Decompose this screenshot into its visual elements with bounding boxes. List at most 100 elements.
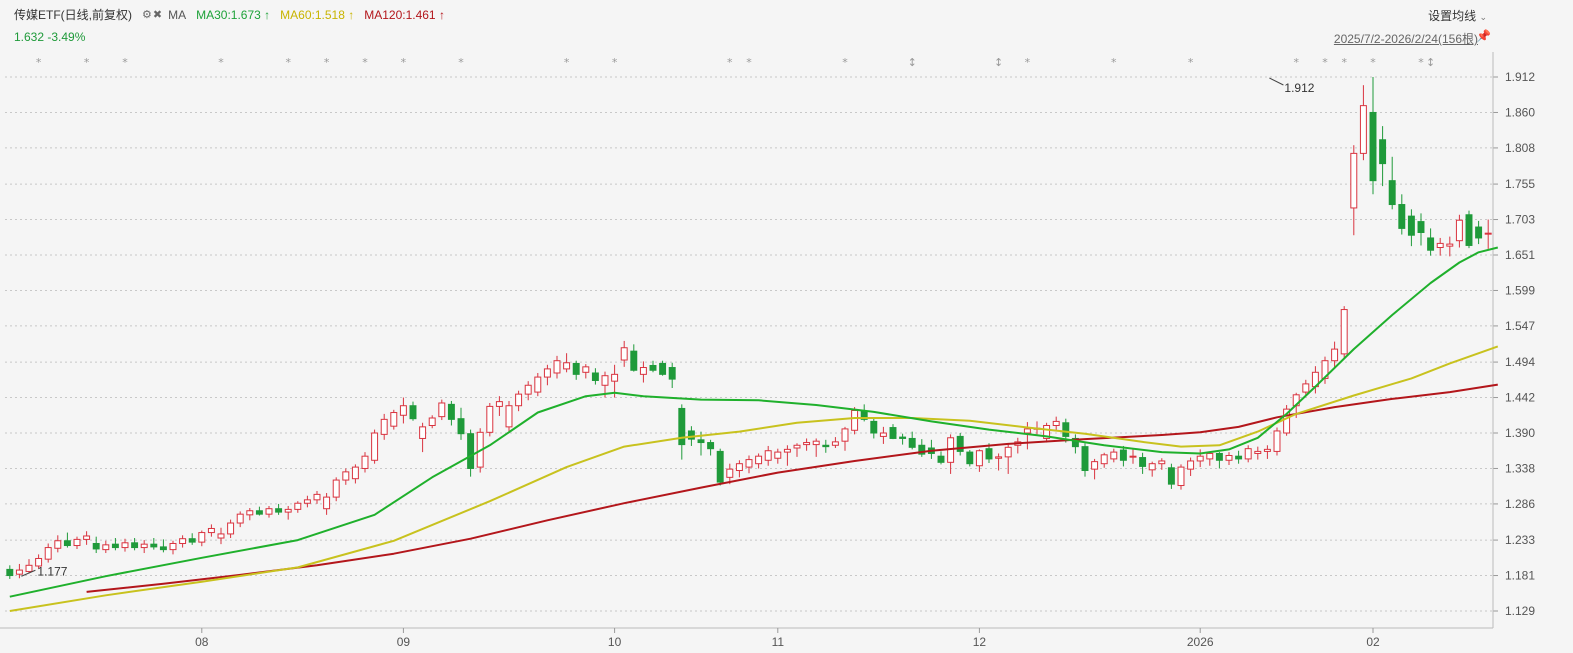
candle-body	[428, 417, 436, 426]
y-tick-label: 1.599	[1505, 283, 1535, 297]
candle-body	[1359, 105, 1367, 154]
candle-body	[15, 569, 23, 575]
candle-body	[1148, 463, 1156, 471]
star-icon: *	[612, 56, 618, 69]
candle-body	[870, 420, 878, 434]
y-tick-label: 1.547	[1505, 319, 1535, 333]
candle-body	[515, 393, 523, 407]
candle-body	[764, 450, 772, 461]
candle-body	[1369, 111, 1377, 182]
star-icon: *	[1025, 56, 1031, 69]
candle-body	[159, 546, 167, 551]
star-icon: *	[746, 56, 752, 69]
y-tick-label: 1.233	[1505, 533, 1535, 547]
candle-body	[793, 444, 801, 449]
candle-body	[265, 508, 273, 515]
star-icon: *	[1370, 56, 1376, 69]
candle-body	[169, 542, 177, 551]
candle-body	[342, 471, 350, 481]
y-tick-label: 1.651	[1505, 248, 1535, 262]
candle-body	[1187, 460, 1195, 470]
candle-body	[735, 463, 743, 472]
star-icon: *	[401, 56, 407, 69]
candlestick-chart[interactable]: 1.912 1.860 1.808 1.755 1.703 1.651 1.599 1.547…	[0, 0, 1573, 653]
candle-body	[1062, 422, 1070, 437]
candle-body	[1119, 449, 1127, 461]
candle-body	[188, 538, 196, 543]
y-tick-label: 1.390	[1505, 426, 1535, 440]
candle-body	[179, 538, 187, 544]
candle-body	[1302, 383, 1310, 393]
candle-body	[303, 499, 311, 504]
candle-body	[1004, 446, 1012, 458]
x-tick-label: 2026	[1187, 635, 1214, 649]
candle-body	[1206, 452, 1214, 460]
candle-body	[601, 375, 609, 386]
candle-body	[63, 540, 71, 547]
candle-body	[563, 362, 571, 370]
candle-body	[1129, 455, 1137, 458]
candle-body	[390, 412, 398, 427]
candle-body	[140, 543, 148, 549]
y-tick-label: 1.442	[1505, 391, 1535, 405]
candle-body	[25, 564, 33, 572]
candle-body	[841, 428, 849, 442]
candle-body	[467, 433, 475, 469]
candle-body	[899, 436, 907, 439]
candle-body	[1379, 139, 1387, 165]
candle-body	[313, 493, 321, 501]
candle-body	[1273, 430, 1281, 452]
y-tick-label: 1.860	[1505, 105, 1535, 119]
candle-body	[1225, 455, 1233, 461]
candle-body	[1254, 450, 1262, 454]
candle-body	[457, 418, 465, 435]
candle-body	[774, 451, 782, 459]
candle-body	[524, 384, 532, 395]
candle-body	[1023, 428, 1031, 434]
star-icon: *	[1418, 56, 1424, 69]
star-icon: *	[727, 56, 733, 69]
candle-body	[332, 479, 340, 498]
y-tick-label: 1.755	[1505, 177, 1535, 191]
candle-body	[1427, 237, 1435, 251]
star-icon: *	[324, 56, 330, 69]
candle-body	[745, 459, 753, 468]
candle-body	[246, 510, 254, 516]
candle-body	[380, 418, 388, 435]
candle-body	[1215, 452, 1223, 461]
x-tick-label: 08	[195, 635, 209, 649]
y-tick-label: 1.286	[1505, 497, 1535, 511]
candle-body	[937, 455, 945, 463]
star-icon: *	[218, 56, 224, 69]
low-price-label: 1.177	[37, 564, 67, 578]
candle-body	[1331, 348, 1339, 362]
candle-body	[1484, 232, 1492, 235]
candle-body	[659, 362, 667, 375]
candle-body	[371, 432, 379, 461]
y-tick-label: 1.703	[1505, 213, 1535, 227]
star-icon: *	[122, 56, 128, 69]
candle-body	[227, 522, 235, 535]
star-icon: *	[1322, 56, 1328, 69]
y-tick-label: 1.808	[1505, 141, 1535, 155]
candle-body	[534, 376, 542, 393]
x-tick-label: 12	[973, 635, 987, 649]
candle-body	[1446, 243, 1454, 247]
y-tick-label: 1.912	[1505, 70, 1535, 84]
star-icon: *	[36, 56, 42, 69]
candle-body	[121, 542, 129, 549]
y-tick-label: 1.129	[1505, 604, 1535, 618]
y-tick-label: 1.181	[1505, 569, 1535, 583]
star-icon: *	[458, 56, 464, 69]
candle-body	[543, 368, 551, 378]
candle-body	[995, 456, 1003, 459]
candle-body	[803, 442, 811, 446]
candle-body	[1350, 152, 1358, 209]
candle-body	[1398, 204, 1406, 229]
candle-body	[707, 442, 715, 450]
candle-body	[591, 372, 599, 381]
candle-body	[630, 350, 638, 371]
candle-body	[131, 542, 139, 549]
event-arrow-icon: ↕	[994, 56, 1003, 69]
candle-body	[1436, 242, 1444, 248]
